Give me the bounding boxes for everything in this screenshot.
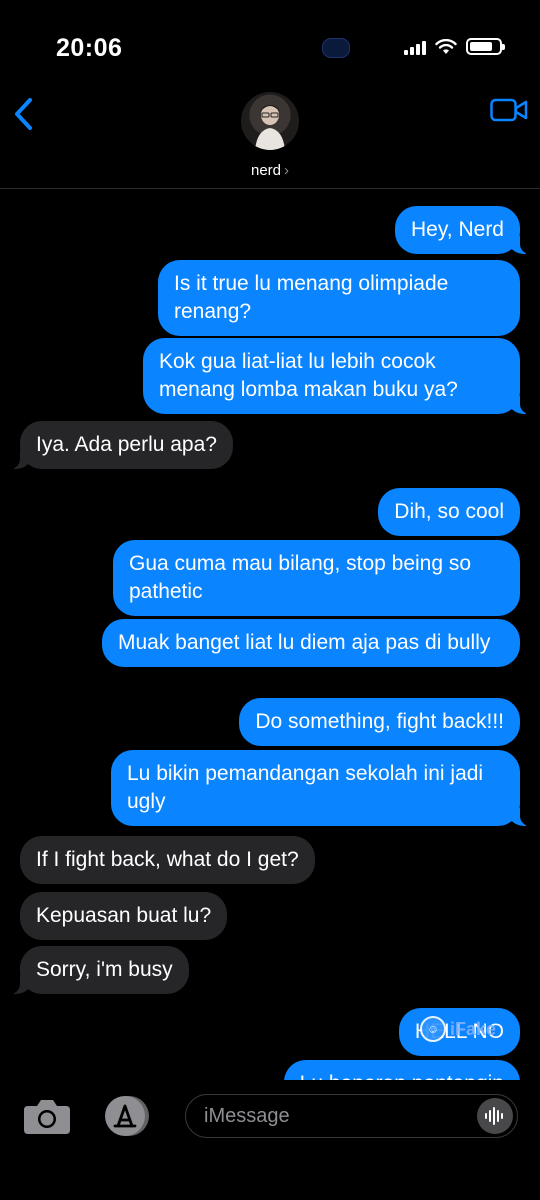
wifi-icon	[435, 38, 457, 54]
avatar-photo	[255, 105, 285, 150]
smiley-icon: ☺	[420, 1016, 446, 1042]
message-bubble-sent[interactable]: Kok gua liat-liat lu lebih cocok menang …	[143, 338, 532, 414]
audio-waveform-icon[interactable]	[477, 1098, 513, 1134]
message-bubble-sent[interactable]: Lu bikin pemandangan sekolah ini jadi ug…	[111, 750, 532, 826]
message-bubble-sent[interactable]: Lu beneran nentangin	[283, 1060, 520, 1080]
contact-name-label: nerd	[250, 162, 282, 179]
camera-icon[interactable]	[22, 1096, 72, 1136]
message-input-placeholder: iMessage	[204, 1105, 290, 1127]
app-store-icon[interactable]	[101, 1094, 153, 1138]
status-icons	[404, 38, 505, 55]
cellular-signal-icon	[404, 39, 426, 55]
message-bubble-received[interactable]: If I fight back, what do I get?	[20, 836, 315, 884]
contact-name[interactable]: nerd ›	[0, 162, 540, 179]
video-camera-icon[interactable]	[490, 98, 528, 122]
focus-indicator-icon	[322, 38, 350, 58]
contact-avatar[interactable]	[241, 92, 299, 150]
message-input[interactable]: iMessage	[185, 1094, 518, 1138]
watermark-text: iFake	[450, 1018, 497, 1039]
chevron-right-icon: ›	[284, 162, 290, 179]
chevron-left-icon[interactable]	[10, 94, 40, 134]
conversation-header: nerd ›	[0, 90, 540, 189]
status-bar: 20:06	[0, 0, 540, 90]
message-bubble-sent[interactable]: Dih, so cool	[378, 488, 520, 536]
message-bubble-sent[interactable]: Do something, fight back!!!	[239, 698, 520, 746]
message-bubble-received[interactable]: Kepuasan buat lu?	[20, 892, 228, 940]
status-time: 20:06	[56, 34, 123, 62]
message-bubble-sent[interactable]: Is it true lu menang olimpiade renang?	[158, 260, 520, 336]
message-bubble-received[interactable]: Iya. Ada perlu apa?	[8, 421, 233, 469]
message-bubble-sent[interactable]: Hey, Nerd	[395, 206, 532, 254]
message-bubble-sent[interactable]: Gua cuma mau bilang, stop being so pathe…	[113, 540, 520, 616]
message-thread[interactable]: Hey, Nerd Is it true lu menang olimpiade…	[0, 188, 540, 1080]
message-bubble-sent[interactable]: Muak banget liat lu diem aja pas di bull…	[102, 619, 520, 667]
battery-icon	[466, 38, 505, 55]
watermark: ☺ iFake	[420, 1016, 496, 1042]
composer-bar: iMessage	[0, 1080, 540, 1200]
message-bubble-received[interactable]: Sorry, i'm busy	[8, 946, 189, 994]
